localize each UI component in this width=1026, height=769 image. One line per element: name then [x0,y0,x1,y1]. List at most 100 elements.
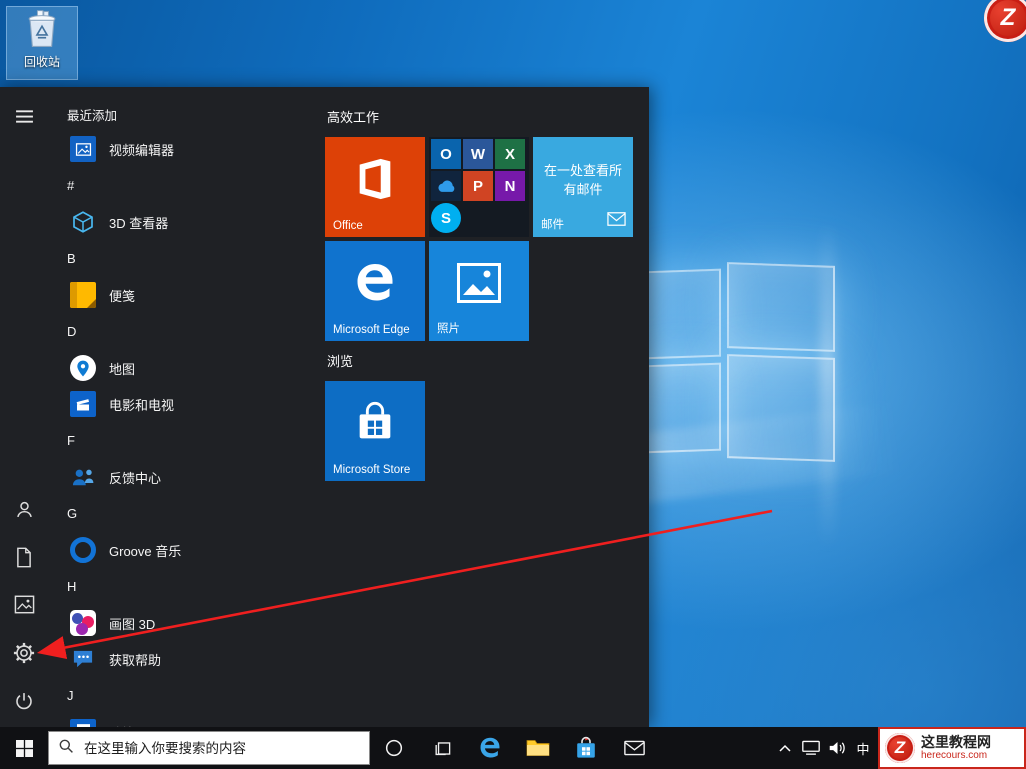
document-icon [15,547,33,571]
tile-group-title-browse: 浏览 [327,354,354,369]
store-taskbar-icon[interactable] [562,727,610,769]
tile-microsoft-store[interactable]: Microsoft Store [325,381,425,481]
mail-tile-headline: 在一处查看所有邮件 [543,163,622,197]
rail-documents-button[interactable] [0,536,48,582]
groove-music-icon [70,537,96,563]
app-list-letter-header[interactable]: J [48,677,320,714]
app-item-label: 视频编辑器 [109,142,175,158]
tile-group-title-productivity: 高效工作 [327,110,380,125]
start-menu-app-list: 最近添加视频编辑器 #3D 查看器 B 便笺 D 地图电影和电视 F 反馈中心 G Groove … [48,87,320,727]
mail-envelope-icon [607,212,626,231]
task-view-button[interactable] [418,727,466,769]
mail-taskbar-icon[interactable] [610,727,658,769]
wallpaper-window-pane [643,268,721,360]
excel-mini-tile[interactable]: X [495,139,525,169]
watermark-logo: Z [885,733,915,763]
start-menu-rail [0,87,48,727]
app-list-letter-header[interactable]: F [48,422,320,459]
word-mini-tile[interactable]: W [463,139,493,169]
app-item-calculator[interactable]: 计算器 [48,714,320,727]
search-input[interactable] [82,739,360,757]
app-item-label: 地图 [109,361,136,377]
video-editor-icon [70,136,96,162]
outlook-mini-tile[interactable]: O [431,139,461,169]
app-list-letter-header[interactable]: G [48,495,320,532]
wallpaper-window-pane [727,354,835,462]
hamburger-icon [15,109,34,127]
watermark-badge: Z 这里教程网 herecours.com [878,727,1026,769]
app-list-letter-header[interactable]: H [48,568,320,605]
app-list-letter-header[interactable]: # [48,167,320,204]
rail-menu-button[interactable] [0,95,48,141]
watermark-logo-letter: Z [894,738,906,757]
picture-icon [14,595,35,617]
tile-office-folder[interactable]: OWXPN S [429,137,529,237]
app-item-get-help[interactable]: 获取帮助 [48,641,320,677]
edge-taskbar-icon[interactable] [466,727,514,769]
power-icon [14,691,34,714]
tile-label: Microsoft Store [333,464,411,476]
tray-network-icon[interactable] [798,727,824,769]
app-item-label: Groove 音乐 [109,543,182,559]
tray-show-hidden-icons-chevron[interactable] [772,727,798,769]
onenote-mini-tile[interactable]: N [495,171,525,201]
app-item-paint-3d[interactable]: 画图 3D [48,605,320,641]
app-item-movies-tv[interactable]: 电影和电视 [48,386,320,422]
app-item-video-editor[interactable]: 视频编辑器 [48,131,320,167]
onedrive-mini-tile[interactable] [431,171,461,201]
tile-label: 邮件 [541,219,564,231]
office-folder-grid: OWXPN S [431,139,527,235]
app-item-groove-music[interactable]: Groove 音乐 [48,532,320,568]
app-item-feedback-hub[interactable]: 反馈中心 [48,459,320,495]
app-list-letter-header[interactable]: D [48,313,320,350]
tile-label: 照片 [437,323,460,335]
tile-photos[interactable]: 照片 [429,241,529,341]
app-item-label: 反馈中心 [109,470,162,486]
watermark-title: 这里教程网 [921,734,991,751]
app-item-sticky-notes[interactable]: 便笺 [48,277,320,313]
calculator-icon [70,719,96,727]
taskbar-search-box[interactable] [48,731,370,765]
tray-volume-icon[interactable] [824,727,850,769]
recycle-bin-icon[interactable]: 回收站 [6,6,78,80]
app-item-label: 获取帮助 [109,652,162,668]
rail-user-button[interactable] [0,488,48,534]
tray-ime-indicator[interactable]: 中 [850,727,876,769]
taskbar: 中 [0,727,1026,769]
rail-settings-button[interactable] [0,631,48,677]
tile-office[interactable]: Office [325,137,425,237]
app-item-label: 画图 3D [109,616,156,632]
start-button[interactable] [0,727,48,769]
viewer-3d-icon [70,209,96,235]
watermark-url: herecours.com [921,750,988,762]
screen: 回收站 Z 最近添加视频编辑器 #3D 查看器 B 便笺 D 地图电影和电视 F 反馈中心 G G… [0,0,1026,769]
tile-mail[interactable]: 在一处查看所有邮件 邮件 [533,137,633,237]
app-list-section-header: 最近添加 [67,109,118,123]
powerpoint-mini-tile[interactable]: P [463,171,493,201]
rail-pictures-button[interactable] [0,583,48,629]
start-menu-tile-area: 高效工作 Office OWXPN S 在一处查看所有邮件 邮件 Microsof… [325,87,647,727]
app-list-letter-header[interactable]: B [48,240,320,277]
paint-3d-icon [70,610,96,636]
skype-mini-tile[interactable]: S [431,203,461,233]
app-item-label: 便笺 [109,288,136,304]
movies-tv-icon [70,391,96,417]
get-help-icon [70,646,96,672]
rail-power-button[interactable] [0,679,48,725]
tile-label: Microsoft Edge [333,324,410,336]
file-explorer-taskbar-icon[interactable] [514,727,562,769]
app-item-viewer-3d[interactable]: 3D 查看器 [48,204,320,240]
recycle-bin-label: 回收站 [23,55,60,69]
app-item-label: 电影和电视 [109,397,175,413]
tile-microsoft-edge[interactable]: Microsoft Edge [325,241,425,341]
watermark-logo-letter: Z [1000,4,1016,31]
search-icon [58,738,74,759]
user-icon [14,499,35,523]
recycle-bin-image [20,7,64,56]
start-menu: 最近添加视频编辑器 #3D 查看器 B 便笺 D 地图电影和电视 F 反馈中心 G Groove … [0,87,649,727]
app-item-maps[interactable]: 地图 [48,350,320,386]
system-tray: 中 [772,727,876,769]
wallpaper-window-pane [727,262,835,352]
cortana-button[interactable] [370,727,418,769]
sticky-notes-icon [70,282,96,308]
